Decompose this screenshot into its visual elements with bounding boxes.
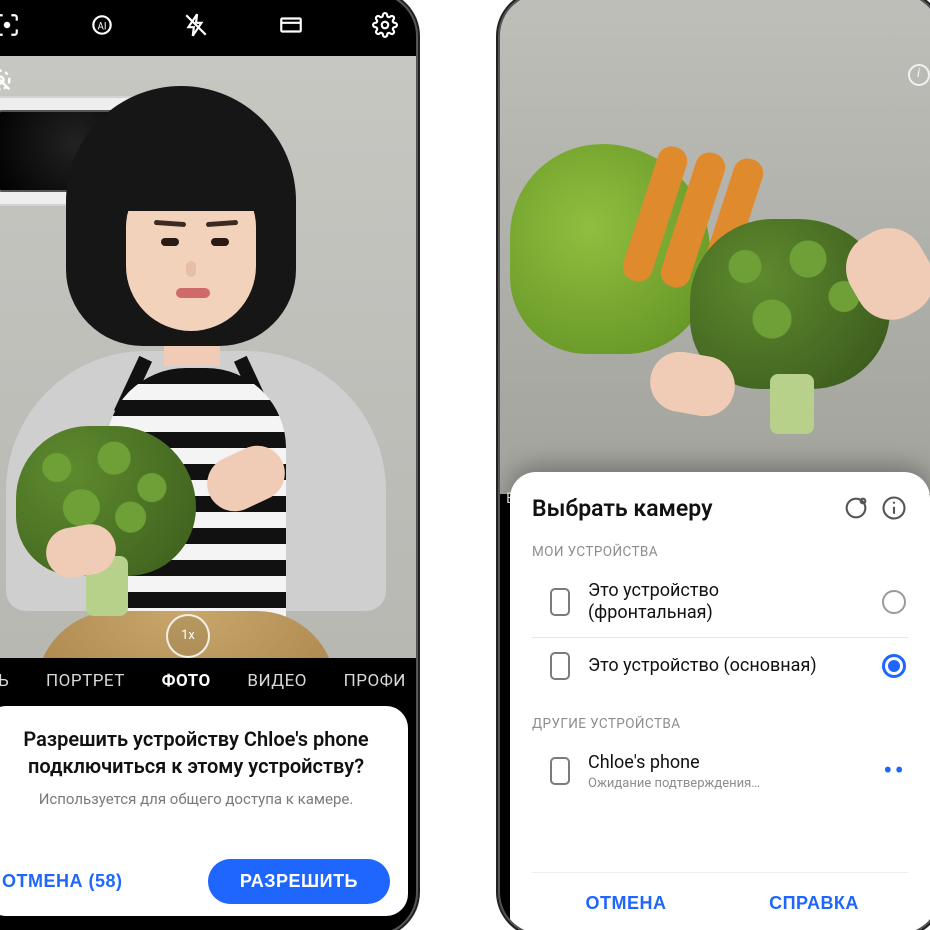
allow-button[interactable]: РАЗРЕШИТЬ — [208, 859, 390, 904]
phone-icon — [550, 757, 570, 785]
radio-unselected[interactable] — [882, 590, 906, 614]
phone-left-frame: AI ЧЬ ПОРТРЕТ ФОТО — [0, 0, 416, 930]
scan-icon[interactable] — [0, 12, 20, 38]
help-button[interactable]: СПРАВКА — [720, 873, 908, 930]
pending-icon: •• — [878, 766, 906, 776]
aspect-ratio-icon[interactable] — [278, 12, 304, 38]
picker-title: Выбрать камеру — [532, 495, 832, 522]
switch-camera-icon[interactable] — [842, 494, 870, 522]
settings-icon[interactable] — [372, 12, 398, 38]
info-icon[interactable] — [908, 64, 930, 86]
mode-item[interactable]: ВИДЕО — [241, 671, 313, 691]
radio-selected[interactable] — [882, 654, 906, 678]
dialog-title: Разрешить устройству Chloe's phone подкл… — [2, 726, 390, 780]
info-icon[interactable] — [880, 494, 908, 522]
device-row-this-front[interactable]: Это устройство (фронтальная) — [532, 566, 908, 637]
ai-icon[interactable]: AI — [89, 12, 115, 38]
device-row-this-main[interactable]: Это устройство (основная) — [532, 637, 908, 694]
section-other-devices: ДРУГИЕ УСТРОЙСТВА — [532, 716, 908, 732]
camera-top-toolbar: AI — [0, 0, 416, 56]
mode-item[interactable]: ПОРТРЕТ — [40, 671, 131, 691]
camera-viewfinder[interactable] — [500, 0, 930, 494]
camera-viewfinder[interactable] — [0, 56, 416, 658]
dialog-subtitle: Используется для общего доступа к камере… — [2, 790, 390, 808]
phone-icon — [550, 652, 570, 680]
section-my-devices: МОИ УСТРОЙСТВА — [532, 544, 908, 560]
cancel-button[interactable]: ОТМЕНА (58) — [2, 871, 123, 892]
camera-picker-sheet: Выбрать камеру МОИ УСТРОЙСТВА Это устрой… — [510, 472, 930, 930]
device-status: Ожидание подтверждения… — [588, 776, 878, 791]
camera-mode-row[interactable]: ЧЬ ПОРТРЕТ ФОТО ВИДЕО ПРОФИ — [0, 658, 416, 704]
zoom-1x-button[interactable] — [166, 614, 210, 658]
permission-dialog: Разрешить устройству Chloe's phone подкл… — [0, 706, 408, 916]
mode-item[interactable]: ЧЬ — [0, 671, 15, 691]
flash-off-icon[interactable] — [183, 12, 209, 38]
cancel-button[interactable]: ОТМЕНА — [532, 873, 720, 930]
phone-icon — [550, 588, 570, 616]
device-name: Chloe's phone — [588, 752, 878, 774]
svg-text:AI: AI — [97, 21, 106, 32]
device-label: Это устройство (основная) — [588, 655, 882, 677]
device-label: Это устройство (фронтальная) — [588, 580, 882, 623]
device-row-chloes-phone[interactable]: Chloe's phone Ожидание подтверждения… •• — [532, 738, 908, 805]
phone-right-frame: ЕС Выбрать камеру МОИ УСТРОЙСТВА Это уст… — [500, 0, 930, 930]
mode-item-active[interactable]: ФОТО — [156, 671, 217, 691]
mode-item[interactable]: ПРОФИ — [338, 671, 412, 691]
motion-photo-off-icon[interactable] — [0, 66, 14, 94]
